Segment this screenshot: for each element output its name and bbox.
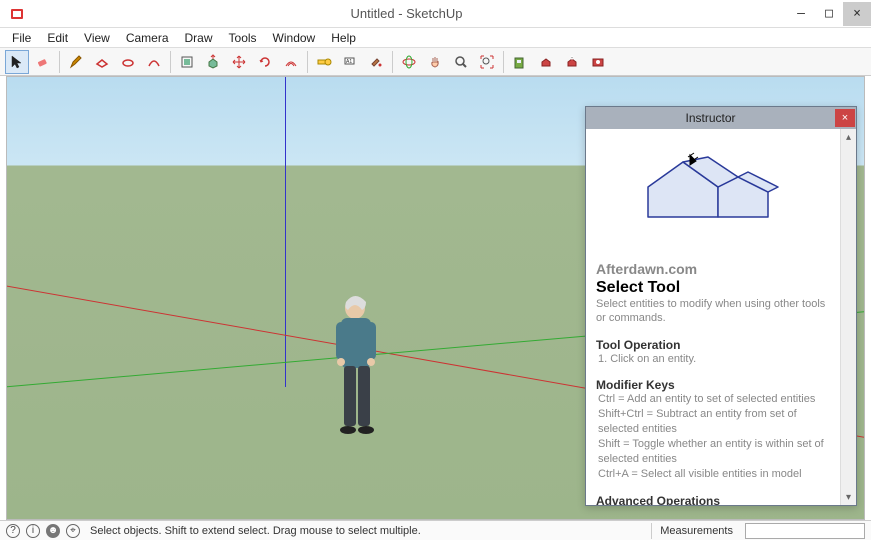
window-controls: – □ × bbox=[787, 2, 871, 26]
get-models-icon[interactable] bbox=[534, 50, 558, 74]
instructor-titlebar[interactable]: Instructor × bbox=[586, 107, 856, 129]
circle-icon[interactable] bbox=[116, 50, 140, 74]
arc-icon[interactable] bbox=[142, 50, 166, 74]
toolbar-divider bbox=[59, 51, 60, 73]
info-icon[interactable]: i bbox=[26, 524, 40, 538]
user-icon[interactable]: ☻ bbox=[46, 524, 60, 538]
maximize-button[interactable]: □ bbox=[815, 2, 843, 26]
app-icon bbox=[10, 6, 26, 22]
select-tool-icon[interactable] bbox=[5, 50, 29, 74]
measurements-label: Measurements bbox=[651, 523, 741, 539]
menu-help[interactable]: Help bbox=[323, 29, 364, 47]
window-title: Untitled - SketchUp bbox=[26, 6, 787, 21]
scale-figure[interactable] bbox=[322, 292, 392, 472]
orbit-icon[interactable] bbox=[397, 50, 421, 74]
geo-icon[interactable]: ⌖ bbox=[66, 524, 80, 538]
minimize-button[interactable]: – bbox=[787, 2, 815, 26]
titlebar: Untitled - SketchUp – □ × bbox=[0, 0, 871, 28]
instructor-desc: Select entities to modify when using oth… bbox=[596, 297, 830, 326]
instructor-scrollbar[interactable]: ▴ ▾ bbox=[840, 129, 856, 505]
instructor-brand: Afterdawn.com bbox=[596, 261, 830, 277]
menu-draw[interactable]: Draw bbox=[177, 29, 221, 47]
offset-icon[interactable] bbox=[279, 50, 303, 74]
status-hint: Select objects. Shift to extend select. … bbox=[90, 525, 421, 537]
menu-view[interactable]: View bbox=[76, 29, 118, 47]
toolbar-divider bbox=[392, 51, 393, 73]
close-button[interactable]: × bbox=[843, 2, 871, 26]
tape-icon[interactable] bbox=[312, 50, 336, 74]
text-icon[interactable]: A1 bbox=[338, 50, 362, 74]
menu-tools[interactable]: Tools bbox=[221, 29, 265, 47]
extensions-icon[interactable] bbox=[586, 50, 610, 74]
svg-text:A1: A1 bbox=[346, 59, 352, 65]
toolbar-divider bbox=[503, 51, 504, 73]
menu-edit[interactable]: Edit bbox=[39, 29, 76, 47]
instructor-mk-item: Shift+Ctrl = Subtract an entity from set… bbox=[598, 407, 830, 437]
instructor-tool-name: Select Tool bbox=[596, 279, 830, 297]
menubar: File Edit View Camera Draw Tools Window … bbox=[0, 28, 871, 48]
instructor-adv-heading: Advanced Operations bbox=[596, 494, 830, 506]
share-model-icon[interactable] bbox=[560, 50, 584, 74]
instructor-mk-item: Ctrl = Add an entity to set of selected … bbox=[598, 392, 830, 407]
scroll-up-icon[interactable]: ▴ bbox=[841, 129, 856, 145]
eraser-icon[interactable] bbox=[31, 50, 55, 74]
instructor-op-item: 1. Click on an entity. bbox=[598, 352, 830, 367]
help-icon[interactable]: ? bbox=[6, 524, 20, 538]
toolbar-divider bbox=[307, 51, 308, 73]
axis-blue bbox=[285, 77, 286, 387]
pencil-icon[interactable] bbox=[64, 50, 88, 74]
menu-file[interactable]: File bbox=[4, 29, 39, 47]
instructor-body: Afterdawn.com Select Tool Select entitie… bbox=[586, 129, 840, 505]
instructor-op-heading: Tool Operation bbox=[596, 338, 830, 352]
instructor-mk-heading: Modifier Keys bbox=[596, 378, 830, 392]
make-component-icon[interactable] bbox=[175, 50, 199, 74]
pushpull-icon[interactable] bbox=[201, 50, 225, 74]
scroll-down-icon[interactable]: ▾ bbox=[841, 489, 856, 505]
toolbar: A1 bbox=[0, 48, 871, 76]
instructor-panel: Instructor × Afterdawn.com Select Tool S… bbox=[585, 106, 857, 506]
pan-icon[interactable] bbox=[423, 50, 447, 74]
paint-icon[interactable] bbox=[364, 50, 388, 74]
zoom-icon[interactable] bbox=[449, 50, 473, 74]
instructor-graphic bbox=[596, 137, 830, 257]
rotate-icon[interactable] bbox=[253, 50, 277, 74]
warehouse-icon[interactable] bbox=[508, 50, 532, 74]
zoom-extents-icon[interactable] bbox=[475, 50, 499, 74]
statusbar-icons: ? i ☻ ⌖ bbox=[6, 524, 80, 538]
menu-window[interactable]: Window bbox=[265, 29, 324, 47]
toolbar-divider bbox=[170, 51, 171, 73]
menu-camera[interactable]: Camera bbox=[118, 29, 177, 47]
statusbar: ? i ☻ ⌖ Select objects. Shift to extend … bbox=[0, 520, 871, 540]
instructor-mk-item: Shift = Toggle whether an entity is with… bbox=[598, 437, 830, 467]
measurements-input[interactable] bbox=[745, 523, 865, 539]
instructor-title: Instructor bbox=[586, 111, 835, 125]
move-icon[interactable] bbox=[227, 50, 251, 74]
rect-icon[interactable] bbox=[90, 50, 114, 74]
instructor-close-icon[interactable]: × bbox=[835, 109, 855, 127]
instructor-mk-item: Ctrl+A = Select all visible entities in … bbox=[598, 467, 830, 482]
